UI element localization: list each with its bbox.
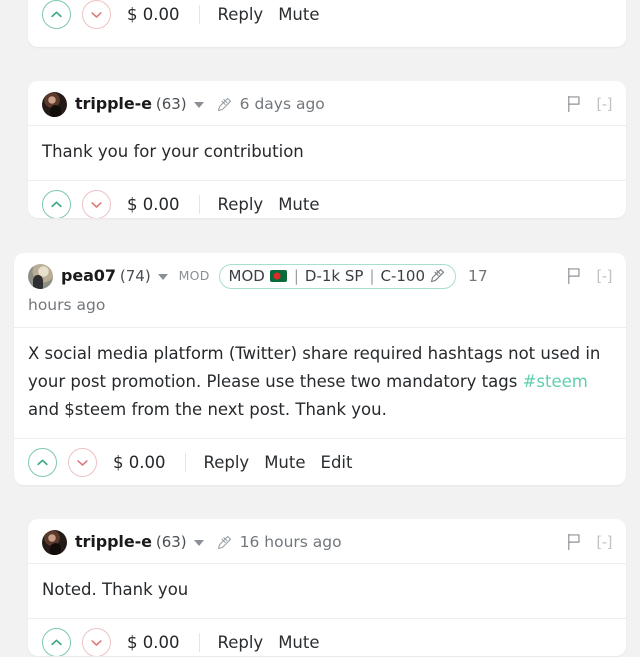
comment-header: tripple-e (63) 6 days ago [-] <box>28 81 626 126</box>
bangladesh-flag-icon <box>269 269 287 282</box>
comment-header: tripple-e (63) 16 hours ago [-] <box>28 519 626 564</box>
mute-button[interactable]: Mute <box>278 633 319 652</box>
mute-button[interactable]: Mute <box>264 453 305 472</box>
chevron-down-icon[interactable] <box>193 540 204 546</box>
comment-body: Thank you for your contribution <box>28 126 626 181</box>
upvote-icon[interactable] <box>28 448 57 477</box>
action-divider <box>199 633 201 652</box>
comment-actions: $ 0.00 Reply Mute Edit <box>14 439 626 485</box>
avatar[interactable] <box>28 263 53 289</box>
pencil-icon <box>216 534 233 551</box>
comment-author-group: tripple-e (63) 16 hours ago <box>42 529 556 555</box>
mute-button[interactable]: Mute <box>278 195 319 214</box>
action-divider <box>185 453 187 472</box>
payout-value[interactable]: $ 0.00 <box>127 195 179 214</box>
chevron-down-icon[interactable] <box>193 102 204 108</box>
comment-actions: $ 0.00 Reply Mute <box>28 181 626 218</box>
collapse-toggle[interactable]: [-] <box>596 91 612 117</box>
comment-timestamp[interactable]: 16 hours ago <box>240 529 342 555</box>
comment-text-after: and $steem from the next post. Thank you… <box>28 400 387 419</box>
author-reputation: (63) <box>155 533 187 551</box>
author-name[interactable]: tripple-e <box>75 91 152 117</box>
payout-value[interactable]: $ 0.00 <box>113 453 165 472</box>
downvote-icon[interactable] <box>82 190 111 218</box>
reply-button[interactable]: Reply <box>203 453 249 472</box>
author-reputation: (74) <box>119 267 151 285</box>
comment-timestamp[interactable]: 6 days ago <box>240 91 325 117</box>
comment-card: $ 0.00 Reply Mute <box>28 0 626 47</box>
flag-icon[interactable] <box>566 267 582 285</box>
flag-icon[interactable] <box>566 95 582 113</box>
comment-card: tripple-e (63) 6 days ago [-] Thank you … <box>28 81 626 218</box>
comment-card: pea07 (74) MOD MOD | D-1k SP | C-100 17 … <box>14 253 626 485</box>
pencil-icon <box>429 267 446 284</box>
comment-body: Noted. Thank you <box>28 564 626 619</box>
moderator-tag: MOD <box>178 268 210 283</box>
payout-value[interactable]: $ 0.00 <box>127 633 179 652</box>
hashtag-link[interactable]: #steem <box>523 372 588 391</box>
badge-separator: | <box>369 266 375 285</box>
comment-header: pea07 (74) MOD MOD | D-1k SP | C-100 17 … <box>14 253 626 328</box>
downvote-icon[interactable] <box>82 0 111 29</box>
upvote-icon[interactable] <box>42 628 71 656</box>
collapse-toggle[interactable]: [-] <box>596 263 612 289</box>
comment-feed: $ 0.00 Reply Mute tripple-e (63) 6 days … <box>0 0 640 657</box>
comment-timestamp[interactable]: 17 <box>468 263 488 289</box>
comment-text: Thank you for your contribution <box>42 142 304 161</box>
author-reputation: (63) <box>155 95 187 113</box>
action-divider <box>199 5 201 24</box>
comment-text: X social media platform (Twitter) share … <box>28 340 612 424</box>
moderator-badge-prefix: MOD <box>228 266 265 285</box>
pencil-icon <box>216 96 233 113</box>
upvote-icon[interactable] <box>42 0 71 29</box>
comment-text: Noted. Thank you <box>42 580 189 599</box>
downvote-icon[interactable] <box>82 628 111 656</box>
avatar[interactable] <box>42 529 67 555</box>
author-name[interactable]: tripple-e <box>75 529 152 555</box>
comment-author-group: pea07 (74) MOD MOD | D-1k SP | C-100 17 <box>28 263 556 289</box>
edit-button[interactable]: Edit <box>321 453 353 472</box>
moderator-badge[interactable]: MOD | D-1k SP | C-100 <box>218 263 457 289</box>
moderator-badge-detail-1: D-1k SP <box>304 266 364 285</box>
reply-button[interactable]: Reply <box>217 195 263 214</box>
reply-button[interactable]: Reply <box>217 5 263 24</box>
comment-header-controls: [-] <box>556 91 612 117</box>
comment-body: X social media platform (Twitter) share … <box>14 328 626 439</box>
flag-icon[interactable] <box>566 533 582 551</box>
badge-separator: | <box>293 266 299 285</box>
comment-text-before: X social media platform (Twitter) share … <box>28 344 601 391</box>
reply-button[interactable]: Reply <box>217 633 263 652</box>
action-divider <box>199 195 201 214</box>
comment-actions: $ 0.00 Reply Mute <box>28 619 626 656</box>
payout-value[interactable]: $ 0.00 <box>127 5 179 24</box>
comment-card: tripple-e (63) 16 hours ago [-] Noted. T… <box>28 519 626 656</box>
chevron-down-icon[interactable] <box>157 274 168 280</box>
comment-header-controls: [-] <box>556 263 612 289</box>
downvote-icon[interactable] <box>68 448 97 477</box>
moderator-badge-detail-2: C-100 <box>380 266 426 285</box>
author-name[interactable]: pea07 <box>61 263 116 289</box>
comment-author-group: tripple-e (63) 6 days ago <box>42 91 556 117</box>
comment-timestamp-overflow: hours ago <box>28 296 106 314</box>
mute-button[interactable]: Mute <box>278 5 319 24</box>
avatar[interactable] <box>42 91 67 117</box>
comment-actions: $ 0.00 Reply Mute <box>28 0 626 39</box>
upvote-icon[interactable] <box>42 190 71 218</box>
collapse-toggle[interactable]: [-] <box>596 529 612 555</box>
comment-header-controls: [-] <box>556 529 612 555</box>
